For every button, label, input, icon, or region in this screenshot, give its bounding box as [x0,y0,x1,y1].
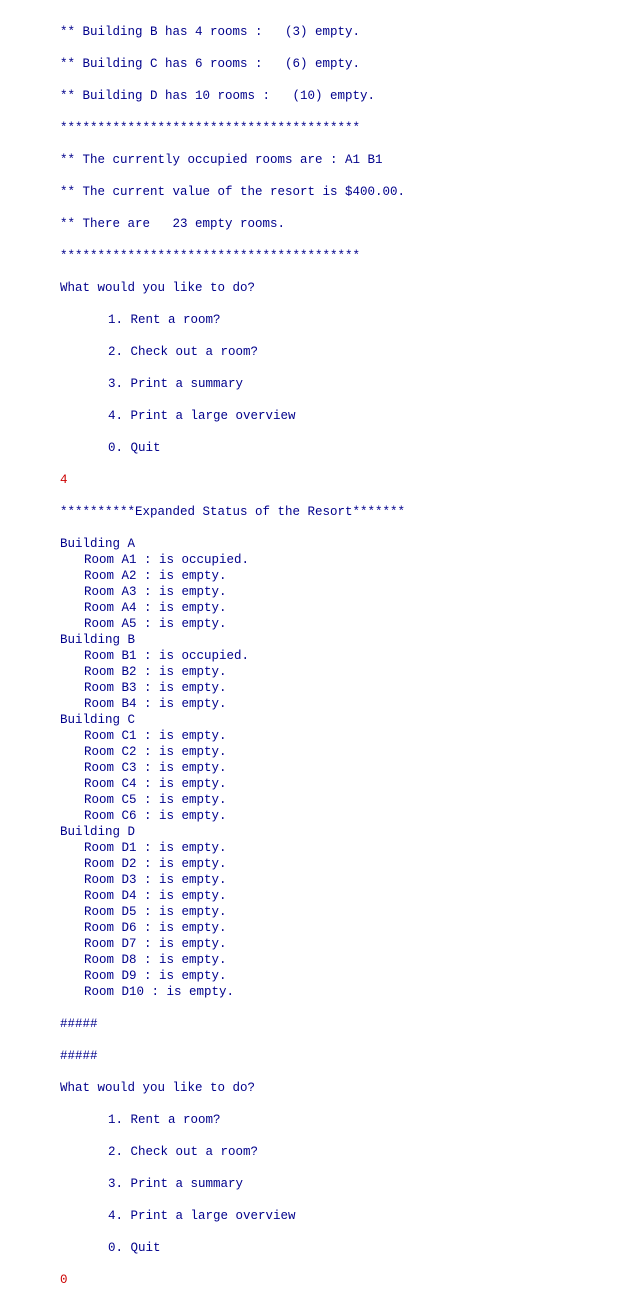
menu-option-0: 0. Quit [60,1240,161,1256]
separator: **************************************** [60,120,644,136]
room-status: Room C6 : is empty. [60,808,227,824]
summary-line-d: ** Building D has 10 rooms : (10) empty. [60,88,644,104]
console-output: ** Building B has 4 rooms : (3) empty. *… [0,0,644,1312]
room-status: Room C1 : is empty. [60,728,227,744]
room-status: Room D4 : is empty. [60,888,227,904]
room-status: Room C2 : is empty. [60,744,227,760]
building-header: Building B [60,632,644,648]
room-status: Room D10 : is empty. [60,984,234,1000]
menu-prompt: What would you like to do? [60,1080,644,1096]
menu-option-4: 4. Print a large overview [60,408,296,424]
summary-line-c: ** Building C has 6 rooms : (6) empty. [60,56,644,72]
room-status: Room A2 : is empty. [60,568,227,584]
summary-line-b: ** Building B has 4 rooms : (3) empty. [60,24,644,40]
room-status: Room D2 : is empty. [60,856,227,872]
menu-prompt: What would you like to do? [60,280,644,296]
room-status: Room D6 : is empty. [60,920,227,936]
room-status: Room A5 : is empty. [60,616,227,632]
hash-line: ##### [60,1016,644,1032]
menu-option-0: 0. Quit [60,440,161,456]
building-header: Building C [60,712,644,728]
room-status: Room A4 : is empty. [60,600,227,616]
room-status: Room A1 : is occupied. [60,552,249,568]
room-status: Room A3 : is empty. [60,584,227,600]
menu-option-2: 2. Check out a room? [60,344,258,360]
room-status: Room B1 : is occupied. [60,648,249,664]
room-status: Room B4 : is empty. [60,696,227,712]
room-status: Room C5 : is empty. [60,792,227,808]
room-status: Room D5 : is empty. [60,904,227,920]
room-status: Room D9 : is empty. [60,968,227,984]
room-status: Room D3 : is empty. [60,872,227,888]
summary-occupied: ** The currently occupied rooms are : A1… [60,152,644,168]
menu-option-2: 2. Check out a room? [60,1144,258,1160]
menu-option-4: 4. Print a large overview [60,1208,296,1224]
menu-option-1: 1. Rent a room? [60,312,221,328]
hash-line: ##### [60,1048,644,1064]
expanded-header: **********Expanded Status of the Resort*… [60,504,644,520]
building-header: Building A [60,536,644,552]
room-status: Room C4 : is empty. [60,776,227,792]
user-input[interactable]: 4 [60,472,644,488]
building-header: Building D [60,824,644,840]
menu-option-1: 1. Rent a room? [60,1112,221,1128]
summary-empty: ** There are 23 empty rooms. [60,216,644,232]
room-status: Room D8 : is empty. [60,952,227,968]
separator: **************************************** [60,248,644,264]
menu-option-3: 3. Print a summary [60,376,243,392]
room-status: Room D7 : is empty. [60,936,227,952]
room-status: Room B3 : is empty. [60,680,227,696]
room-status: Room B2 : is empty. [60,664,227,680]
menu-option-3: 3. Print a summary [60,1176,243,1192]
room-status: Room C3 : is empty. [60,760,227,776]
user-input[interactable]: 0 [60,1272,644,1288]
summary-value: ** The current value of the resort is $4… [60,184,644,200]
room-status: Room D1 : is empty. [60,840,227,856]
